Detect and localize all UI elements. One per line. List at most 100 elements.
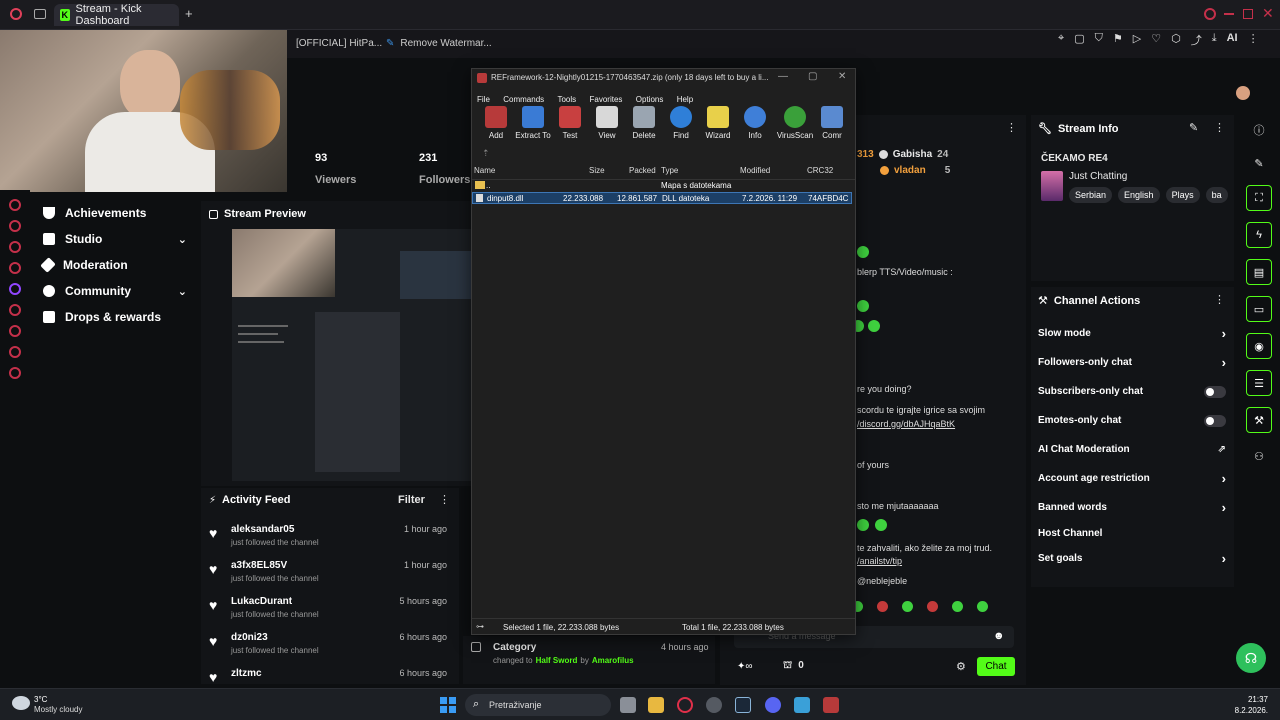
up-folder-icon[interactable]: ⇡ [482,148,490,159]
tag[interactable]: ba [1205,187,1228,203]
column-type[interactable]: Type [661,166,678,175]
users-icon[interactable]: ⚇ [1240,441,1278,471]
column-crc[interactable]: CRC32 [807,166,833,175]
emote-icon[interactable] [902,601,913,612]
ai-button[interactable]: AI [1227,32,1238,48]
bookmark-icon[interactable]: ⚑ [1113,32,1123,48]
edit-icon[interactable]: ✎ [1189,121,1198,134]
menu-item-help[interactable]: Help [677,95,693,104]
view-button[interactable]: View [589,106,625,140]
add-button[interactable]: Add [478,106,514,140]
virusscan-button[interactable]: VirusScan [774,106,816,140]
column-packed[interactable]: Packed [629,166,656,175]
emote-icon[interactable] [877,601,888,612]
tag[interactable]: English [1118,187,1160,203]
avatar[interactable] [1236,86,1250,100]
heart-icon[interactable]: ♡ [1151,32,1161,48]
rail-icon[interactable] [9,262,21,274]
discord-icon[interactable] [765,697,781,713]
action-followers-only[interactable]: Followers-only chat › [1031,348,1234,377]
panel-menu-icon[interactable]: ⋮ [1214,293,1225,306]
close-icon[interactable]: ✕ [1262,5,1274,22]
rail-icon[interactable] [9,220,21,232]
notepad-icon[interactable] [794,697,810,713]
windows-start-icon[interactable] [440,697,456,713]
nav-item-community[interactable]: Community ⌄ [43,278,193,304]
broadcast-icon[interactable]: ◉ [1246,333,1272,359]
chat-settings-icon[interactable]: ⚙ [956,660,966,673]
rail-icon[interactable] [9,199,21,211]
expand-icon[interactable]: ⛶ [1246,185,1272,211]
menu-icon[interactable]: ⋮ [1248,32,1259,48]
chatter-name[interactable]: Gabisha [893,149,932,160]
gift-icon[interactable]: ⛫ [783,660,792,673]
delete-button[interactable]: Delete [626,106,662,140]
menu-item-tools[interactable]: Tools [557,95,576,104]
tag[interactable]: Plays [1165,187,1200,203]
action-banned-words[interactable]: Banned words › [1031,493,1234,522]
action-host-channel[interactable]: Host Channel [1031,522,1234,544]
info-button[interactable]: Info [737,106,773,140]
pencil-icon[interactable]: ✎ [1240,145,1278,181]
emoji-picker-icon[interactable]: ☻ [993,630,1005,642]
action-set-goals[interactable]: Set goals › [1031,544,1234,573]
tag[interactable]: Serbian [1069,187,1113,203]
table-row[interactable]: dinput8.dll 22.233.088 12.861.587 DLL da… [472,192,852,204]
action-ai-moderation[interactable]: AI Chat Moderation ⇗ [1031,435,1234,464]
weather-temp[interactable]: 3°C [34,695,47,704]
nav-item-drops[interactable]: Drops & rewards [43,304,193,330]
emote-icon[interactable] [977,601,988,612]
filter-button[interactable]: Filter [398,494,425,506]
rail-icon[interactable] [9,325,21,337]
share-icon[interactable]: ⤴ [1191,32,1202,48]
subscribers-only-toggle[interactable] [1204,385,1226,398]
nav-item-studio[interactable]: Studio ⌄ [43,226,193,252]
preview-video[interactable] [232,229,472,481]
points-icon[interactable]: ✦∞ [737,661,753,672]
opera-gx-icon[interactable] [677,697,693,713]
download-icon[interactable]: ⤓ [1212,32,1217,48]
close-icon[interactable]: ✕ [838,71,846,82]
clock-time[interactable]: 21:37 [1222,695,1268,704]
browser-tab-kick[interactable]: K Stream - Kick Dashboard [54,3,179,27]
category-thumbnail[interactable] [1041,171,1063,201]
action-slow-mode[interactable]: Slow mode › [1031,319,1234,348]
support-button[interactable]: ☊ [1236,643,1266,673]
play-icon[interactable]: ▷ [1133,32,1141,48]
category-game[interactable]: Half Sword [536,656,578,665]
chat-send-button[interactable]: Chat [977,657,1015,676]
maximize-icon[interactable]: ▢ [808,71,817,82]
snapshot-icon[interactable]: ▢ [1074,32,1084,48]
table-row[interactable]: .. Mapa s datotekama [472,180,855,192]
new-tab-button[interactable]: + [185,6,193,21]
find-button[interactable]: Find [663,106,699,140]
menu-item-favorites[interactable]: Favorites [590,95,623,104]
menu-item-options[interactable]: Options [636,95,664,104]
chatter-name[interactable]: vladan [894,165,926,176]
minimize-icon[interactable] [1224,13,1234,15]
stream-category[interactable]: Just Chatting [1069,171,1127,182]
file-explorer-icon[interactable] [648,697,664,713]
nav-item-moderation[interactable]: Moderation [40,252,193,278]
menu-item-commands[interactable]: Commands [503,95,544,104]
clock-date[interactable]: 8.2.2026. [1222,706,1268,715]
shield-icon[interactable]: ⛉ [1095,32,1103,48]
menu-item-file[interactable]: File [477,95,490,104]
tab-manager-icon[interactable] [34,9,46,19]
column-size[interactable]: Size [589,166,605,175]
steam-icon[interactable] [735,697,751,713]
taskbar-search[interactable]: ⌕ Pretraživanje [465,694,611,716]
lightning-icon[interactable]: ϟ [1246,222,1272,248]
panel-menu-icon[interactable]: ⋮ [1214,121,1225,134]
chevron-down-icon[interactable]: ⌄ [178,233,187,246]
nav-item-achievements[interactable]: Achievements [43,200,193,226]
test-button[interactable]: Test [552,106,588,140]
twitch-icon[interactable] [9,283,21,295]
list-item[interactable]: ♥ a3fx8EL85V just followed the channel 1 … [201,560,459,596]
extensions-icon[interactable]: ⬡ [1171,32,1181,48]
info-icon[interactable]: ⓘ [1240,115,1278,145]
chevron-down-icon[interactable]: ⌄ [178,285,187,298]
wizard-button[interactable]: Wizard [700,106,736,140]
winrar-taskbar-icon[interactable] [823,697,839,713]
obs-icon[interactable] [706,697,722,713]
